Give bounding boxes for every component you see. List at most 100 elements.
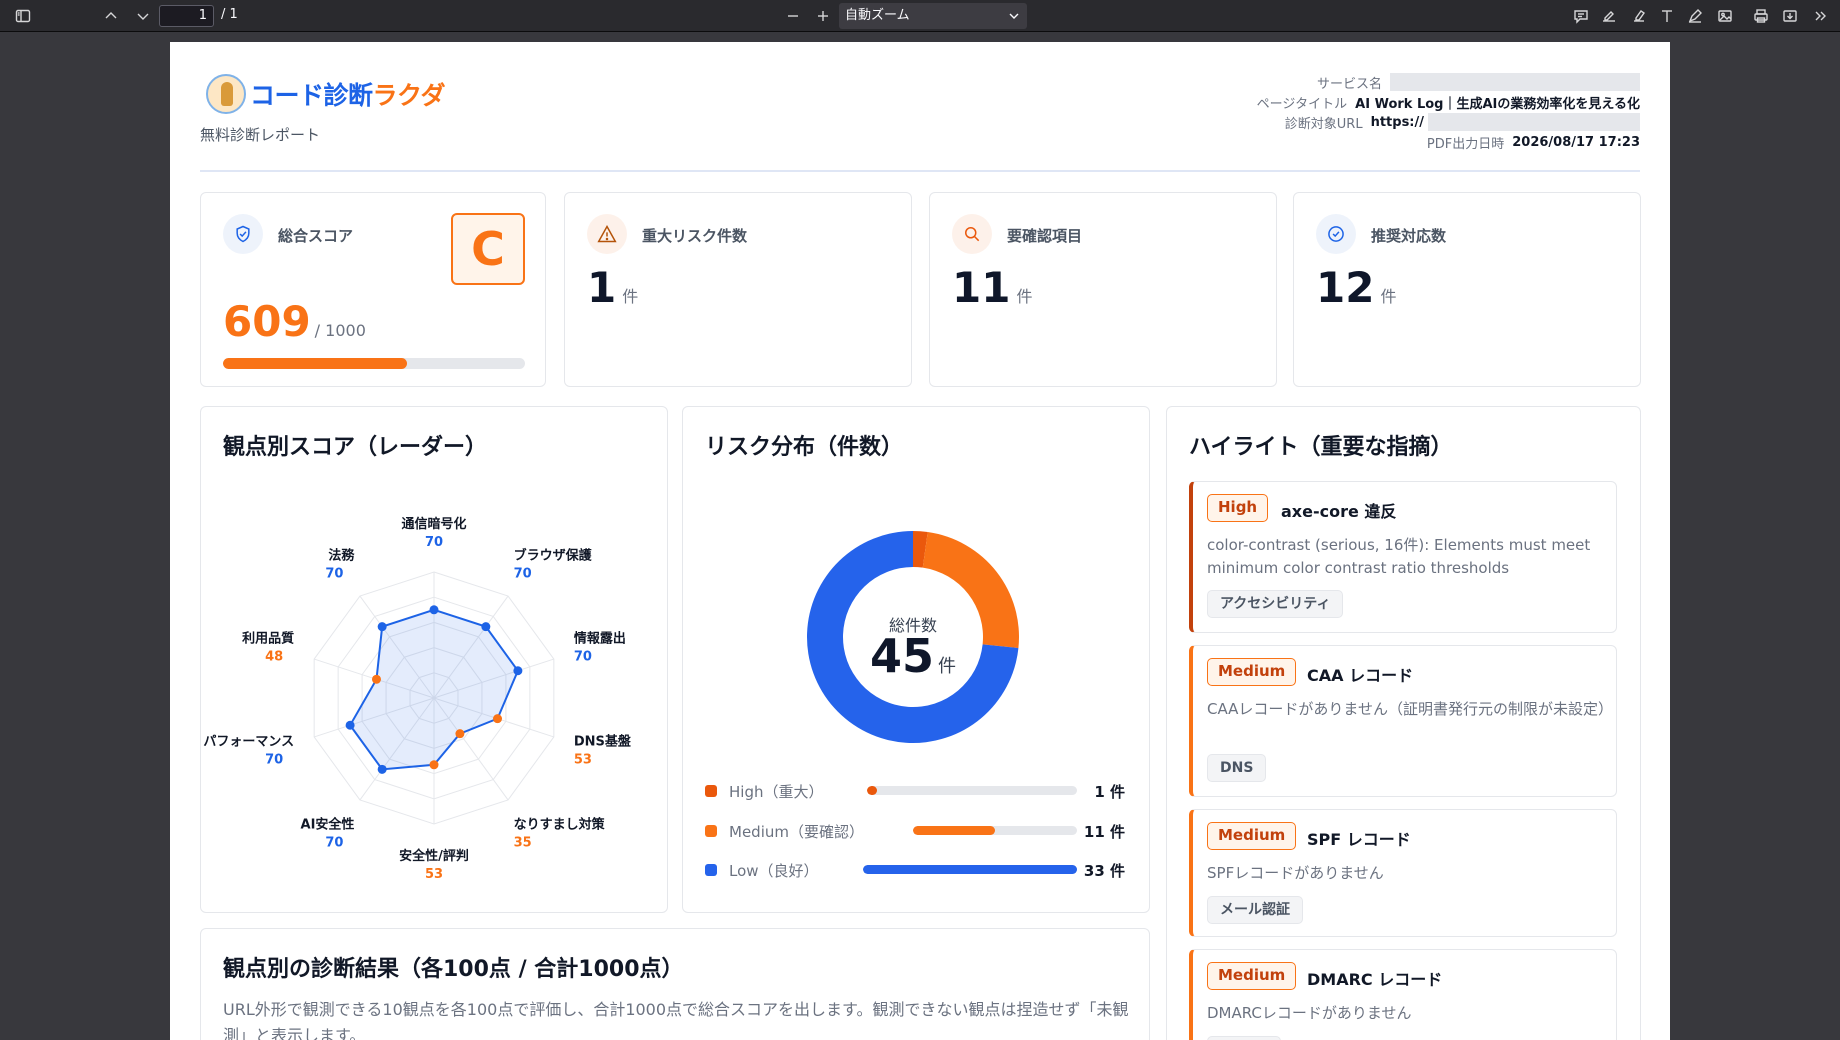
category-tag bbox=[1207, 1036, 1281, 1040]
highlight-description: DMARCレコードがありません bbox=[1207, 1004, 1412, 1022]
legend-row: Low（良好） 33 件 bbox=[705, 860, 1125, 880]
results-title: 観点別の診断結果（各100点 / 合計1000点） bbox=[223, 957, 684, 982]
total-score-value: 609/ 1000 bbox=[223, 297, 366, 346]
search-icon bbox=[952, 214, 992, 254]
results-description: URL外形で観測できる10観点を各100点で評価し、合計1000点で総合スコアを… bbox=[223, 1000, 1129, 1040]
meta-pdf-label: PDF出力日時 bbox=[1426, 136, 1505, 152]
meta-title-row: ページタイトル AI Work Log｜生成AIの業務効率化を見える化 bbox=[1220, 92, 1640, 112]
total-score-number: 609 bbox=[223, 297, 311, 346]
critical-risk-card: 重大リスク件数 1件 bbox=[564, 192, 912, 387]
highlight-title: DMARC レコード bbox=[1307, 970, 1443, 989]
radar-axis-score: 70 bbox=[514, 567, 532, 582]
meta-pdf-value: 2026/08/17 17:23 bbox=[1512, 134, 1640, 150]
radar-chart: 通信暗号化 70 ブラウザ保護 70 情報露出 70 DNS基盤 53 なりすまし対策 35 安全性… bbox=[203, 516, 632, 882]
legend-bar-fill bbox=[863, 865, 1077, 874]
zoom-out-icon[interactable] bbox=[780, 4, 806, 28]
sidebar-toggle-icon[interactable] bbox=[10, 4, 36, 28]
legend-bar-fill bbox=[913, 826, 996, 835]
logo-text-primary: コード診断 bbox=[250, 81, 373, 110]
chevron-down-icon bbox=[1009, 13, 1019, 19]
radar-point bbox=[377, 622, 387, 632]
meta-service-row: サービス名 bbox=[1220, 72, 1640, 92]
previous-page-icon[interactable] bbox=[98, 4, 124, 28]
radar-axis-score: 53 bbox=[574, 752, 592, 767]
highlights-card: ハイライト（重要な指摘） High axe-core 違反 color-cont… bbox=[1166, 406, 1641, 1040]
legend-row: High（重大） 1 件 bbox=[705, 781, 1125, 801]
review-items-value: 11 件 bbox=[952, 263, 1032, 312]
review-items-card: 要確認項目 11 件 bbox=[929, 192, 1277, 387]
highlight-icon[interactable] bbox=[1626, 4, 1652, 28]
radar-point bbox=[429, 760, 439, 770]
header-divider bbox=[200, 170, 1640, 172]
critical-risk-label: 重大リスク件数 bbox=[642, 227, 748, 245]
severity-badge: Medium bbox=[1207, 658, 1297, 686]
radar-score-area bbox=[348, 608, 520, 771]
logo: コード診断ラクダ bbox=[206, 74, 446, 114]
logo-text: コード診断ラクダ bbox=[250, 76, 446, 112]
pdf-toolbar: 1 / 1 自動ズーム bbox=[0, 0, 1840, 32]
radar-axis-label: 法務 bbox=[328, 548, 355, 564]
radar-point bbox=[345, 720, 355, 730]
highlight-title: axe-core 違反 bbox=[1281, 502, 1397, 521]
highlight-description: CAAレコードがありません（証明書発行元の制限が未設定） bbox=[1207, 700, 1613, 718]
results-card: 観点別の診断結果（各100点 / 合計1000点） URL外形で観測できる10観… bbox=[200, 928, 1150, 1040]
report-subtitle: 無料診断レポート bbox=[200, 126, 321, 144]
radar-axis-score: 70 bbox=[425, 535, 443, 550]
critical-risk-number: 1 bbox=[587, 263, 617, 312]
radar-axis-label: なりすまし対策 bbox=[514, 816, 606, 832]
zoom-select[interactable]: 自動ズーム bbox=[839, 3, 1027, 29]
critical-risk-unit: 件 bbox=[622, 287, 639, 306]
score-progress-fill bbox=[223, 358, 407, 369]
radar-point bbox=[371, 674, 381, 684]
draw-icon[interactable] bbox=[1682, 4, 1708, 28]
radar-axis-score: 35 bbox=[514, 835, 532, 850]
text-icon[interactable] bbox=[1654, 4, 1680, 28]
meta-url-redacted bbox=[1428, 113, 1640, 131]
report-page: コード診断ラクダ 無料診断レポート サービス名 ページタイトル AI Work … bbox=[170, 42, 1670, 1040]
meta-url-label: 診断対象URL bbox=[1284, 116, 1363, 132]
recommended-actions-card: 推奨対応数 12 件 bbox=[1293, 192, 1641, 387]
radar-card: 観点別スコア（レーダー） 通信暗号化 70 ブラウザ保護 70 情報露出 70 DNS基盤 5… bbox=[200, 406, 668, 913]
radar-point bbox=[481, 622, 491, 632]
meta-service-label: サービス名 bbox=[1316, 76, 1382, 92]
highlight-item[interactable]: Medium SPF レコード SPFレコードがありません メール認証 bbox=[1189, 809, 1617, 937]
image-icon[interactable] bbox=[1712, 4, 1738, 28]
print-icon[interactable] bbox=[1748, 4, 1774, 28]
radar-axis-score: 53 bbox=[425, 867, 443, 882]
zoom-in-icon[interactable] bbox=[810, 4, 836, 28]
radar-axis-score: 70 bbox=[574, 650, 592, 665]
recommended-actions-label: 推奨対応数 bbox=[1371, 227, 1447, 245]
highlight-item[interactable]: Medium CAA レコード CAAレコードがありません（証明書発行元の制限が… bbox=[1189, 645, 1617, 797]
more-tools-icon[interactable] bbox=[1808, 4, 1834, 28]
radar-axis-label: AI安全性 bbox=[301, 816, 355, 832]
highlight-title: CAA レコード bbox=[1307, 666, 1414, 685]
radar-axis-label: ブラウザ保護 bbox=[514, 548, 593, 564]
radar-point bbox=[455, 729, 465, 739]
radar-axis-score: 70 bbox=[325, 835, 343, 850]
legend-label: Medium（要確認） bbox=[729, 823, 864, 841]
comment-icon[interactable] bbox=[1568, 4, 1594, 28]
legend-row: Medium（要確認） 11 件 bbox=[705, 821, 1125, 841]
grade-badge: C bbox=[451, 213, 525, 285]
radar-point bbox=[513, 666, 523, 676]
download-icon[interactable] bbox=[1777, 4, 1803, 28]
next-page-icon[interactable] bbox=[130, 4, 156, 28]
radar-point bbox=[429, 605, 439, 615]
logo-text-accent: ラクダ bbox=[372, 81, 446, 110]
donut-center-number: 45 bbox=[869, 629, 934, 683]
report-meta: サービス名 ページタイトル AI Work Log｜生成AIの業務効率化を見える… bbox=[1220, 72, 1640, 152]
score-progress-bar bbox=[223, 358, 525, 369]
radar-axis-score: 70 bbox=[265, 752, 283, 767]
shield-icon bbox=[223, 214, 263, 254]
zoom-select-value: 自動ズーム bbox=[845, 8, 910, 23]
highlight-item[interactable]: Medium DMARC レコード DMARCレコードがありません bbox=[1189, 949, 1617, 1040]
risk-distribution-card: リスク分布（件数） 総件数 45 件 High（重大） 1 件 Medium（要確認）… bbox=[682, 406, 1150, 913]
page-number-input[interactable]: 1 bbox=[159, 5, 214, 27]
donut-center-unit: 件 bbox=[938, 656, 956, 677]
page-total: / 1 bbox=[221, 7, 238, 22]
total-score-label: 総合スコア bbox=[278, 227, 354, 245]
donut-center-value: 45 件 bbox=[803, 629, 1023, 683]
signature-icon[interactable] bbox=[1596, 4, 1622, 28]
highlight-item[interactable]: High axe-core 違反 color-contrast (serious… bbox=[1189, 481, 1617, 633]
review-items-label: 要確認項目 bbox=[1007, 227, 1083, 245]
